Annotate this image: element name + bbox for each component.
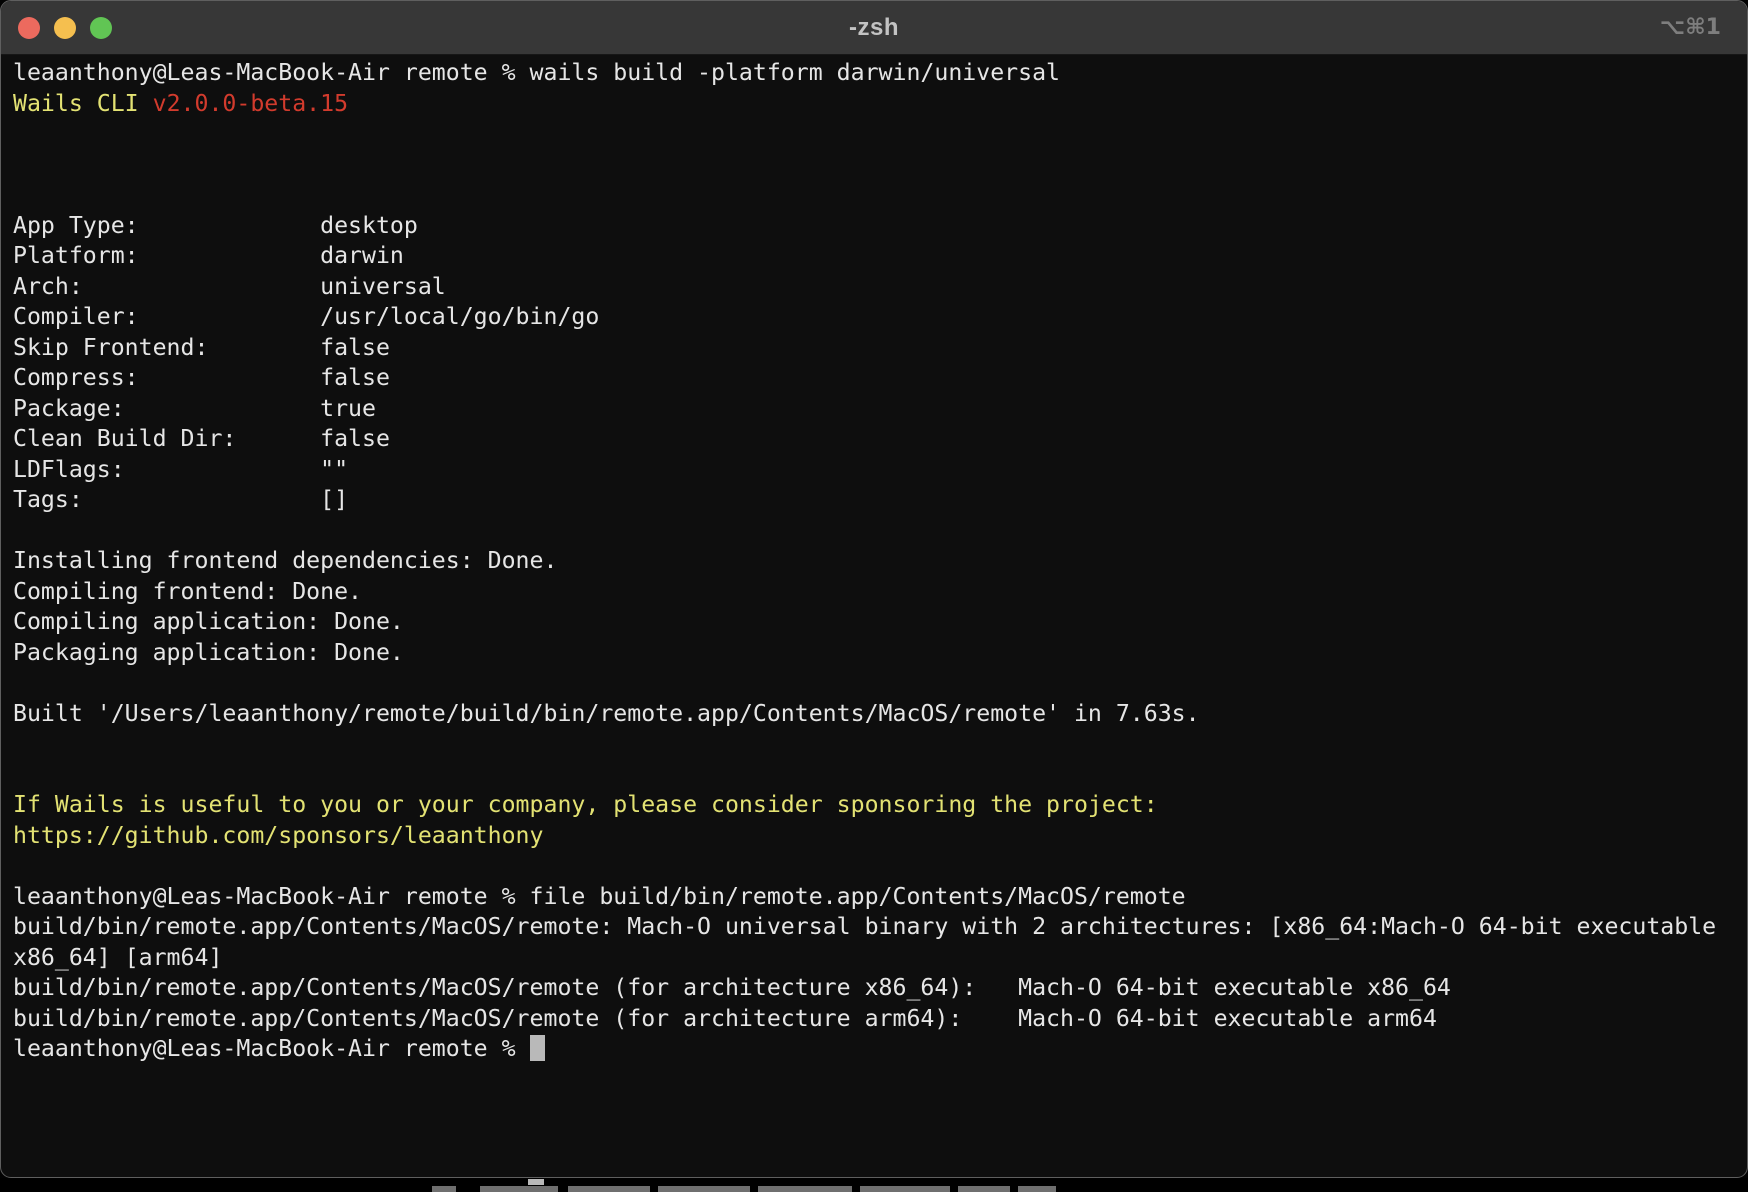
terminal-text: Tags: [] [13,486,348,513]
terminal-line: Compiling application: Done. [13,607,1735,638]
terminal-text: leaanthony@Leas-MacBook-Air remote % [13,1035,530,1062]
terminal-text: Compiling frontend: Done. [13,578,362,605]
terminal-text: Platform: darwin [13,242,404,269]
terminal-line: leaanthony@Leas-MacBook-Air remote % fil… [13,882,1735,913]
terminal-text: Compress: false [13,364,390,391]
background-window-fragment [1018,1186,1056,1192]
window-title: -zsh [1,14,1747,42]
terminal-line: leaanthony@Leas-MacBook-Air remote % wai… [13,58,1735,89]
screen: -zsh ⌥⌘1 leaanthony@Leas-MacBook-Air rem… [0,0,1748,1192]
terminal-line: If Wails is useful to you or your compan… [13,790,1735,821]
terminal-line: x86_64] [arm64] [13,943,1735,974]
terminal-line: Installing frontend dependencies: Done. [13,546,1735,577]
minimize-button[interactable] [54,17,76,39]
terminal-text: Clean Build Dir: false [13,425,390,452]
terminal-line: Built '/Users/leaanthony/remote/build/bi… [13,699,1735,730]
zoom-button[interactable] [90,17,112,39]
terminal-text: App Type: desktop [13,212,418,239]
terminal-line [13,150,1735,181]
terminal-line [13,119,1735,150]
terminal-line: build/bin/remote.app/Contents/MacOS/remo… [13,973,1735,1004]
window-titlebar[interactable]: -zsh ⌥⌘1 [1,1,1747,55]
terminal-line: Arch: universal [13,272,1735,303]
terminal-text: Arch: universal [13,273,446,300]
terminal-text: If Wails is useful to you or your compan… [13,791,1158,818]
terminal-line: Skip Frontend: false [13,333,1735,364]
terminal-line: Clean Build Dir: false [13,424,1735,455]
terminal-line: Compiler: /usr/local/go/bin/go [13,302,1735,333]
background-window-fragment [658,1186,750,1192]
terminal-text: Compiler: /usr/local/go/bin/go [13,303,599,330]
terminal-line: Tags: [] [13,485,1735,516]
tab-shortcut-badge: ⌥⌘1 [1660,15,1747,40]
terminal-text: Installing frontend dependencies: Done. [13,547,557,574]
terminal-window: -zsh ⌥⌘1 leaanthony@Leas-MacBook-Air rem… [0,0,1748,1178]
terminal-line: https://github.com/sponsors/leaanthony [13,821,1735,852]
terminal-text: Compiling application: Done. [13,608,404,635]
terminal-line [13,516,1735,547]
terminal-output[interactable]: leaanthony@Leas-MacBook-Air remote % wai… [1,55,1747,1065]
terminal-text: build/bin/remote.app/Contents/MacOS/remo… [13,1005,1437,1032]
terminal-text: LDFlags: "" [13,456,348,483]
terminal-line: Package: true [13,394,1735,425]
terminal-line: App Type: desktop [13,211,1735,242]
background-window-fragment [860,1186,950,1192]
background-window-fragment [432,1186,456,1192]
terminal-line: Platform: darwin [13,241,1735,272]
terminal-line: build/bin/remote.app/Contents/MacOS/remo… [13,912,1735,943]
background-window-fragment [480,1186,558,1192]
terminal-line [13,180,1735,211]
terminal-line: build/bin/remote.app/Contents/MacOS/remo… [13,1004,1735,1035]
terminal-line: LDFlags: "" [13,455,1735,486]
terminal-line [13,760,1735,791]
terminal-text: Packaging application: Done. [13,639,404,666]
terminal-text: leaanthony@Leas-MacBook-Air remote % wai… [13,59,1060,86]
terminal-text: Package: true [13,395,376,422]
terminal-text: leaanthony@Leas-MacBook-Air remote % fil… [13,883,1186,910]
background-window-fragment [758,1186,852,1192]
traffic-lights [1,17,112,39]
terminal-line: leaanthony@Leas-MacBook-Air remote % [13,1034,1735,1065]
terminal-text: x86_64] [arm64] [13,944,222,971]
terminal-line: Wails CLI v2.0.0-beta.15 [13,89,1735,120]
terminal-text: build/bin/remote.app/Contents/MacOS/remo… [13,913,1716,940]
terminal-text: https://github.com/sponsors/leaanthony [13,822,543,849]
terminal-line [13,668,1735,699]
terminal-line: Compiling frontend: Done. [13,577,1735,608]
background-window-sliver [0,1178,1748,1192]
background-window-fragment [528,1179,544,1185]
text-cursor [530,1035,545,1061]
terminal-text: build/bin/remote.app/Contents/MacOS/remo… [13,974,1451,1001]
terminal-line [13,851,1735,882]
terminal-line: Compress: false [13,363,1735,394]
terminal-line [13,729,1735,760]
terminal-line: Packaging application: Done. [13,638,1735,669]
terminal-text: Skip Frontend: false [13,334,390,361]
background-window-fragment [958,1186,1010,1192]
close-button[interactable] [18,17,40,39]
terminal-text: v2.0.0-beta.15 [153,90,348,117]
terminal-text: Built '/Users/leaanthony/remote/build/bi… [13,700,1200,727]
background-window-fragment [568,1186,650,1192]
terminal-text: Wails CLI [13,90,153,117]
